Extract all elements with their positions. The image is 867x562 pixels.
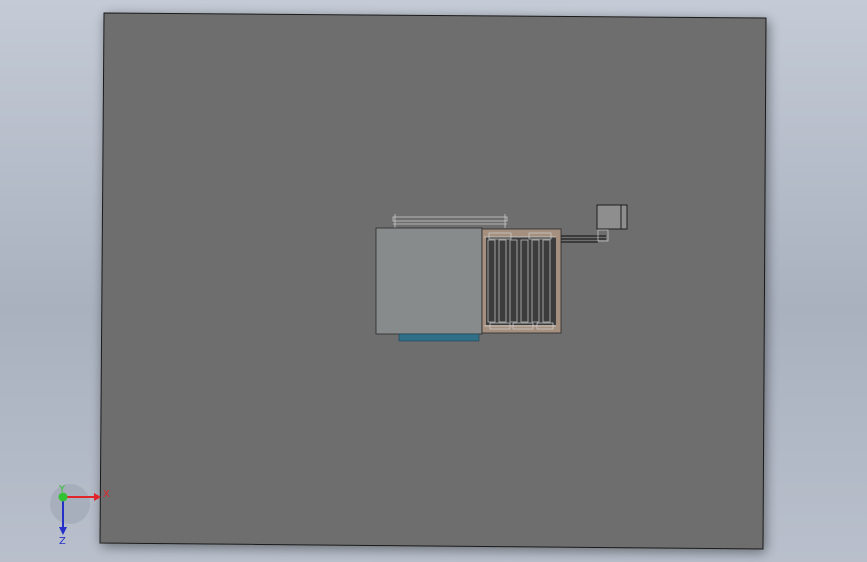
z-axis-arrow-icon: [59, 527, 67, 535]
triad-origin-shade: [50, 484, 90, 524]
machine-body[interactable]: [375, 227, 483, 335]
triad-label-x: X: [103, 489, 110, 500]
motor[interactable]: [596, 204, 628, 230]
triad-label-y: Y: [58, 484, 66, 495]
cad-viewport[interactable]: X Y Z: [0, 0, 867, 562]
cad-scene[interactable]: X Y Z: [0, 0, 867, 562]
base-strip: [398, 333, 480, 342]
triad-label-z: Z: [59, 536, 66, 547]
